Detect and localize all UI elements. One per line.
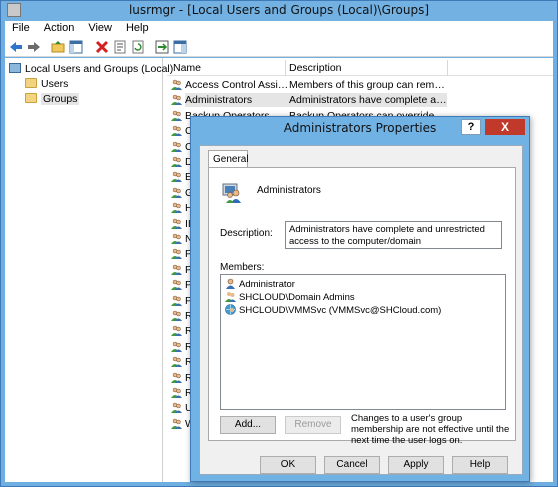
group-icon: [171, 94, 182, 106]
group-icon: [171, 110, 182, 121]
apply-button[interactable]: Apply: [388, 456, 444, 474]
computer-icon: [9, 63, 21, 73]
members-label: Members:: [220, 262, 265, 273]
group-icon: [171, 372, 182, 383]
dialog-body: General Administrators Description: Admi…: [199, 145, 523, 475]
group-icon: [171, 156, 182, 167]
group-icon: [171, 79, 182, 90]
menu-bar: File Action View Help: [5, 21, 553, 37]
member-label: Administrator: [239, 279, 295, 290]
group-icon: [225, 291, 236, 302]
help-button[interactable]: Help: [452, 456, 508, 474]
description-field[interactable]: Administrators have complete and unrestr…: [285, 221, 502, 249]
group-icon: [171, 295, 182, 306]
table-row[interactable]: Access Control Assist... Members of this …: [171, 78, 447, 92]
row-description: Administrators have complete an...: [289, 93, 447, 108]
group-icon: [171, 402, 182, 414]
group-icon: [171, 279, 182, 291]
group-icon: [171, 171, 182, 183]
properties-icon[interactable]: [113, 40, 127, 54]
tree-item-label: Users: [41, 78, 69, 90]
tree-item-users[interactable]: Users: [25, 77, 68, 92]
members-list[interactable]: Administrator SHCLOUD\Domain Admins SHCL…: [220, 274, 506, 410]
group-icon: [221, 180, 245, 204]
forward-icon[interactable]: [27, 40, 41, 54]
column-description-header[interactable]: Description: [289, 62, 342, 74]
group-icon: [171, 187, 182, 198]
table-row[interactable]: Administrators Administrators have comple…: [171, 93, 447, 108]
delete-icon[interactable]: [95, 40, 109, 54]
group-icon: [171, 418, 182, 429]
menu-action[interactable]: Action: [37, 21, 82, 35]
folder-icon: [25, 93, 37, 103]
window-title: lusrmgr - [Local Users and Groups (Local…: [128, 3, 430, 17]
add-button[interactable]: Add...: [220, 416, 276, 434]
member-label: SHCLOUD\VMMSvc (VMMSvc@SHCloud.com): [239, 305, 442, 316]
membership-note: Changes to a user's group membership are…: [351, 413, 510, 446]
tree-pane: Local Users and Groups (Local) Users Gro…: [5, 58, 173, 482]
group-icon: [171, 218, 182, 229]
group-icon: [171, 325, 182, 337]
remove-button[interactable]: Remove: [285, 416, 341, 434]
member-item[interactable]: Administrator: [225, 278, 295, 291]
member-item[interactable]: SHCLOUD\Domain Admins: [225, 291, 355, 304]
tree-item-label: Groups: [41, 93, 80, 105]
tree-root[interactable]: Local Users and Groups (Local): [9, 62, 173, 77]
group-icon: [171, 125, 182, 137]
menu-view[interactable]: View: [81, 21, 119, 35]
back-icon[interactable]: [9, 40, 23, 54]
toolbar: [5, 37, 553, 57]
group-icon: [171, 248, 182, 260]
cancel-button[interactable]: Cancel: [324, 456, 380, 474]
group-icon: [171, 141, 182, 152]
menu-file[interactable]: File: [5, 21, 37, 35]
user-globe-icon: [225, 304, 236, 315]
dialog-help-button[interactable]: ?: [461, 119, 481, 135]
row-description: Members of this group can remot...: [289, 79, 447, 91]
member-label: SHCLOUD\Domain Admins: [239, 292, 355, 303]
folder-icon: [25, 78, 37, 88]
group-icon: [171, 341, 182, 352]
group-name: Administrators: [257, 185, 321, 196]
row-name: Administrators: [185, 93, 289, 108]
properties-dialog: Administrators Properties ? X General Ad…: [190, 116, 530, 482]
title-bar[interactable]: lusrmgr - [Local Users and Groups (Local…: [1, 1, 557, 21]
group-icon: [171, 202, 182, 214]
tab-general[interactable]: General: [208, 150, 249, 168]
dialog-close-button[interactable]: X: [485, 119, 525, 135]
description-label: Description:: [220, 228, 273, 239]
show-hide-tree-icon[interactable]: [69, 40, 83, 54]
group-icon: [171, 233, 182, 244]
group-icon: [171, 387, 182, 398]
menu-help[interactable]: Help: [119, 21, 156, 35]
member-item[interactable]: SHCLOUD\VMMSvc (VMMSvc@SHCloud.com): [225, 304, 441, 317]
help-pane-icon[interactable]: [173, 40, 187, 54]
row-name: Access Control Assist...: [185, 79, 289, 91]
tree-item-groups[interactable]: Groups: [25, 92, 80, 107]
up-folder-icon[interactable]: [51, 40, 65, 54]
column-divider[interactable]: [285, 60, 286, 76]
group-icon: [171, 264, 182, 275]
refresh-icon[interactable]: [131, 40, 145, 54]
column-name-header[interactable]: Name: [173, 62, 201, 74]
group-icon: [171, 310, 182, 321]
user-icon: [225, 278, 236, 289]
general-panel: Administrators Description: Administrato…: [208, 167, 516, 446]
export-list-icon[interactable]: [155, 40, 169, 54]
group-icon: [171, 356, 182, 368]
tree-root-label: Local Users and Groups (Local): [25, 63, 174, 75]
list-header: Name Description: [167, 60, 553, 76]
column-divider[interactable]: [447, 60, 448, 76]
ok-button[interactable]: OK: [260, 456, 316, 474]
